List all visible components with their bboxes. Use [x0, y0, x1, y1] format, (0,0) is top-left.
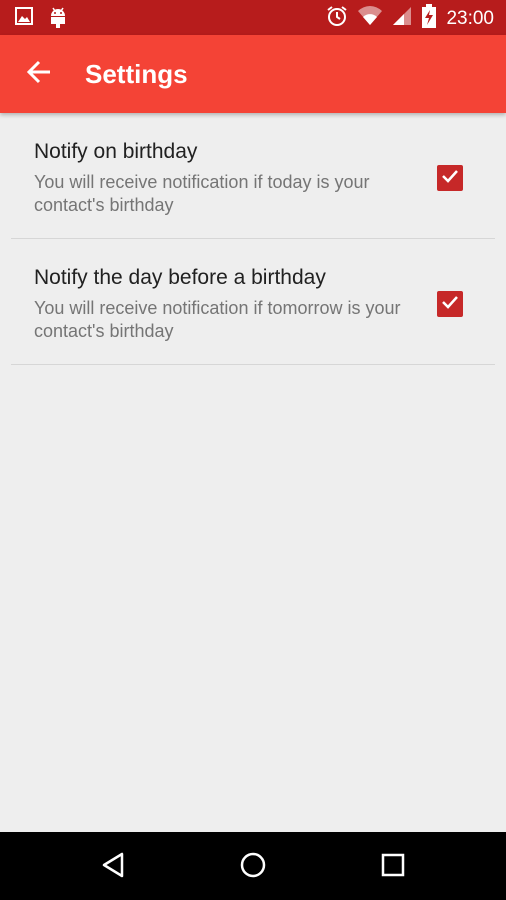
home-circle-icon [239, 851, 267, 884]
android-icon [48, 6, 68, 33]
notify-on-birthday-checkbox[interactable] [437, 165, 463, 191]
recents-square-icon [380, 852, 406, 883]
nav-bar [0, 832, 506, 900]
page-title: Settings [85, 59, 188, 89]
checkmark-icon [440, 166, 460, 191]
pref-summary: You will receive notification if tomorro… [34, 298, 401, 341]
status-bar: 23:00 [0, 0, 506, 35]
back-button[interactable] [20, 55, 58, 93]
battery-charging-icon [422, 4, 437, 33]
alarm-icon [326, 5, 348, 32]
nav-recents-button[interactable] [378, 852, 408, 882]
checkmark-icon [440, 292, 460, 317]
back-triangle-icon [100, 851, 126, 884]
nav-back-button[interactable] [98, 852, 128, 882]
status-time: 23:00 [446, 7, 494, 29]
notify-day-before-checkbox[interactable] [437, 291, 463, 317]
wifi-icon [358, 6, 383, 31]
pref-summary: You will receive notification if today i… [34, 172, 370, 215]
signal-icon [392, 6, 412, 31]
app-bar: Settings [0, 35, 506, 113]
pref-title: Notify on birthday [34, 140, 198, 163]
arrow-back-icon [26, 59, 52, 90]
preferences-list: Notify on birthday You will receive noti… [0, 113, 506, 365]
image-icon [14, 6, 34, 33]
pref-notify-on-birthday[interactable]: Notify on birthday You will receive noti… [11, 113, 495, 239]
pref-notify-day-before[interactable]: Notify the day before a birthday You wil… [11, 239, 495, 365]
pref-title: Notify the day before a birthday [34, 266, 326, 289]
nav-home-button[interactable] [238, 852, 268, 882]
